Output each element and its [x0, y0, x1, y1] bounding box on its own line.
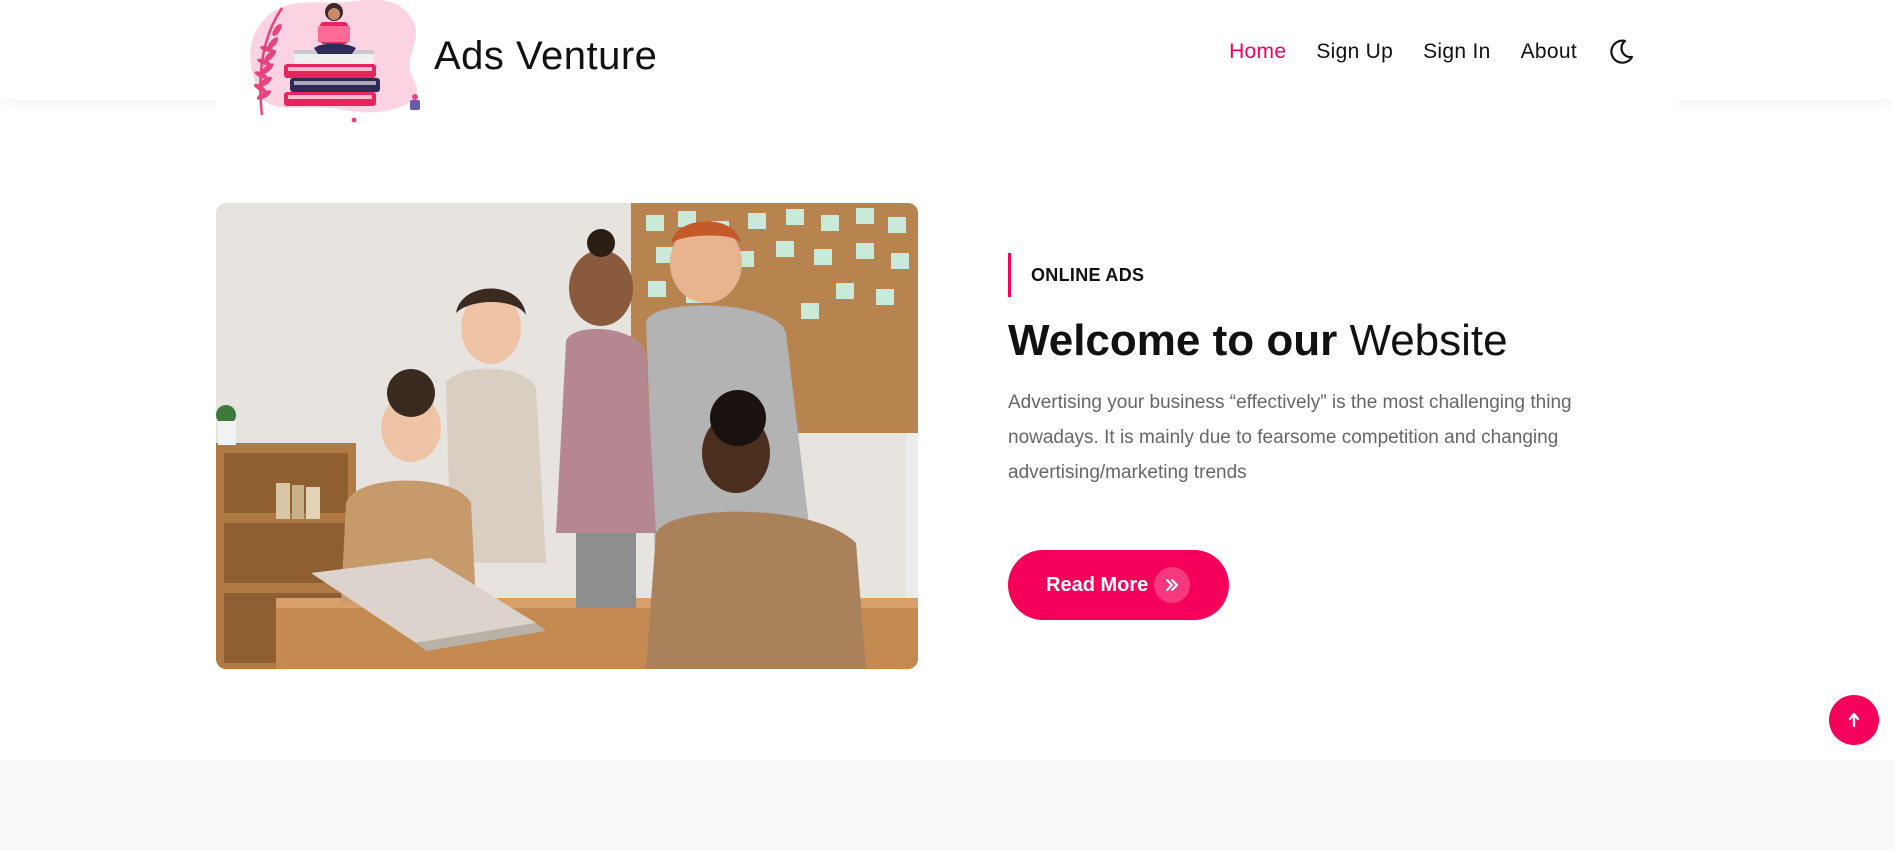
hero-description: Advertising your business “effectively” …	[1008, 392, 1572, 483]
double-chevron-right-icon	[1154, 567, 1190, 603]
nav-about[interactable]: About	[1521, 40, 1577, 64]
hero-title: Welcome to our Website	[1008, 316, 1508, 366]
next-section-background	[0, 760, 1895, 851]
brand-name[interactable]: Ads Venture	[434, 34, 657, 79]
hero-title-bold: Welcome to our	[1008, 316, 1338, 365]
hero-title-light: Website	[1349, 316, 1508, 365]
nav-sign-up[interactable]: Sign Up	[1316, 40, 1393, 64]
header-container: Ads Venture Home Sign Up Sign In About	[216, 0, 1679, 123]
hero-image	[216, 203, 918, 669]
scroll-to-top-button[interactable]	[1829, 695, 1879, 745]
logo-illustration[interactable]	[234, 0, 444, 124]
arrow-up-icon	[1848, 712, 1860, 728]
nav-home[interactable]: Home	[1229, 40, 1286, 64]
main-nav: Home Sign Up Sign In About	[1199, 38, 1635, 66]
read-more-button[interactable]: Read More	[1008, 550, 1229, 620]
read-more-label: Read More	[1046, 573, 1149, 596]
nav-sign-in[interactable]: Sign In	[1423, 40, 1490, 64]
moon-icon[interactable]	[1607, 38, 1635, 66]
section-eyebrow: ONLINE ADS	[1008, 253, 1144, 297]
